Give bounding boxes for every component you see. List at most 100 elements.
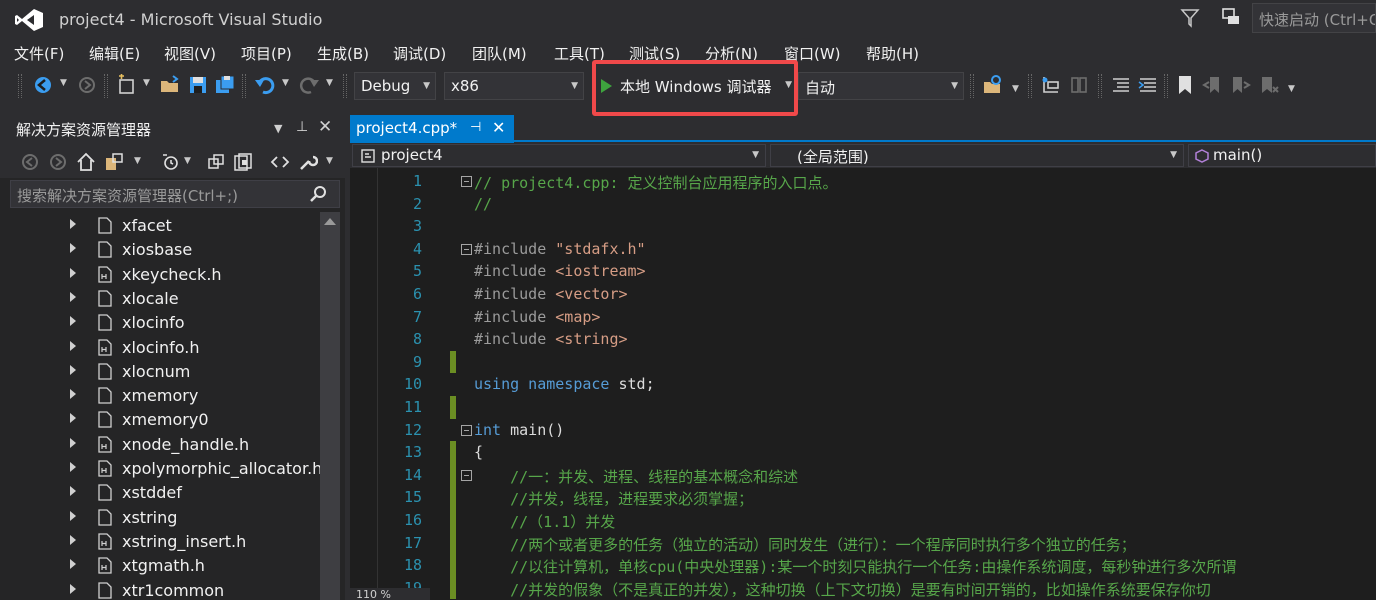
properties-dropdown-icon[interactable]: ▼ [326, 156, 333, 166]
tree-item[interactable]: xpolymorphic_allocator.h [0, 457, 320, 481]
next-bookmark-icon[interactable] [1230, 74, 1252, 96]
tree-scrollbar[interactable] [320, 212, 340, 600]
tree-item[interactable]: xmemory [0, 384, 320, 408]
switch-views-icon[interactable] [104, 152, 124, 172]
menu-project[interactable]: 项目(P) [241, 43, 292, 64]
tree-item[interactable]: xfacet [0, 214, 320, 238]
tree-item[interactable]: xkeycheck.h [0, 263, 320, 287]
filter-icon[interactable] [1180, 8, 1200, 28]
expand-arrow-icon[interactable] [70, 583, 76, 594]
expand-arrow-icon[interactable] [70, 437, 76, 448]
step-over-icon[interactable] [1068, 74, 1090, 96]
collapse-all-icon[interactable] [233, 152, 253, 172]
code-line[interactable]: 9 [350, 350, 1376, 374]
tree-item[interactable]: xnode_handle.h [0, 433, 320, 457]
collapse-region-icon[interactable] [461, 469, 472, 481]
code-line[interactable]: 15 //并发，线程，进程要求必须掌握； [350, 486, 1376, 509]
menu-file[interactable]: 文件(F) [14, 43, 64, 64]
save-all-icon[interactable] [214, 74, 236, 96]
switch-views-dropdown-icon[interactable]: ▼ [134, 156, 141, 166]
solution-config-select[interactable]: 自动 ▼ [798, 72, 964, 100]
expand-arrow-icon[interactable] [70, 413, 76, 424]
tree-item[interactable]: xstring_insert.h [0, 530, 320, 554]
expand-arrow-icon[interactable] [70, 243, 76, 254]
code-line[interactable]: 5 #include <iostream> [350, 260, 1376, 283]
close-icon[interactable]: ✕ [318, 117, 332, 137]
expand-arrow-icon[interactable] [70, 267, 76, 278]
show-code-icon[interactable] [270, 152, 290, 172]
code-line[interactable]: 14 //一：并发、进程、线程的基本概念和综述 [350, 463, 1376, 487]
menu-view[interactable]: 视图(V) [164, 43, 216, 64]
expand-arrow-icon[interactable] [70, 534, 76, 545]
pin-tab-icon[interactable]: ⊣ [470, 120, 481, 135]
code-line[interactable]: 11 [350, 396, 1376, 419]
menu-build[interactable]: 生成(B) [317, 43, 369, 64]
search-icon[interactable] [309, 184, 329, 204]
find-in-files-icon[interactable] [982, 74, 1004, 96]
expand-arrow-icon[interactable] [70, 219, 76, 229]
tree-item[interactable]: xlocinfo [0, 311, 320, 335]
forward-icon[interactable] [76, 74, 98, 96]
redo-icon[interactable] [298, 74, 320, 96]
tree-item[interactable]: xtr1common [0, 579, 320, 600]
step-into-icon[interactable] [1040, 74, 1062, 96]
new-project-dropdown-icon[interactable]: ▼ [143, 78, 150, 88]
expand-arrow-icon[interactable] [70, 291, 76, 302]
new-project-icon[interactable] [116, 74, 138, 96]
forward-icon[interactable] [48, 152, 68, 172]
code-line[interactable]: 17 //两个或者更多的任务（独立的活动）同时发生（进行）：一个程序同时执行多个… [350, 531, 1376, 555]
back-icon[interactable] [20, 152, 40, 172]
feedback-icon[interactable] [1220, 6, 1242, 28]
expand-arrow-icon[interactable] [70, 486, 76, 497]
quick-launch-input[interactable]: 快速启动 (Ctrl+Q) [1252, 3, 1376, 33]
code-editor[interactable]: 1 // project4.cpp: 定义控制台应用程序的入口点。 2 // 3 4 #in… [350, 168, 1376, 600]
code-line[interactable]: 2 // [350, 193, 1376, 216]
home-icon[interactable] [76, 152, 96, 172]
expand-arrow-icon[interactable] [70, 316, 76, 327]
menu-team[interactable]: 团队(M) [472, 43, 527, 64]
solution-explorer-search-input[interactable]: 搜索解决方案资源管理器(Ctrl+;) [10, 180, 340, 208]
previous-bookmark-icon[interactable] [1202, 74, 1224, 96]
code-line[interactable]: 10 using namespace std; [350, 373, 1376, 396]
expand-arrow-icon[interactable] [70, 340, 76, 351]
toolbar-overflow-icon[interactable]: ▼ [1012, 84, 1019, 94]
tree-item[interactable]: xlocinfo.h [0, 336, 320, 360]
comment-lines-icon[interactable] [1110, 74, 1132, 96]
collapse-region-icon[interactable] [461, 424, 472, 436]
scroll-up-icon[interactable] [324, 218, 336, 225]
tree-item[interactable]: xtgmath.h [0, 554, 320, 578]
clear-bookmarks-icon[interactable] [1258, 74, 1280, 96]
tree-item[interactable]: xstddef [0, 481, 320, 505]
code-line[interactable]: 12 int main() [350, 419, 1376, 442]
redo-dropdown-icon[interactable]: ▼ [326, 78, 333, 88]
tree-item[interactable]: xstring [0, 506, 320, 530]
collapse-region-icon[interactable] [461, 176, 472, 187]
zoom-level[interactable]: 110 % [350, 588, 430, 600]
configuration-select[interactable]: Debug ▼ [354, 72, 436, 100]
menu-help[interactable]: 帮助(H) [866, 43, 919, 64]
member-select[interactable]: main() [1188, 144, 1376, 167]
expand-arrow-icon[interactable] [70, 462, 76, 472]
code-line[interactable]: 4 #include "stdafx.h" [350, 238, 1376, 261]
pin-icon[interactable]: ⊥ [296, 119, 308, 135]
scope-select[interactable]: (全局范围) ▼ [770, 144, 1184, 167]
bookmark-icon[interactable] [1174, 74, 1196, 96]
expand-arrow-icon[interactable] [70, 510, 76, 521]
close-tab-icon[interactable]: ✕ [492, 118, 505, 137]
pending-changes-dropdown-icon[interactable]: ▼ [184, 156, 191, 166]
tree-item[interactable]: xlocale [0, 287, 320, 311]
toolbar-grip[interactable] [18, 74, 22, 98]
save-icon[interactable] [187, 74, 209, 96]
code-line[interactable]: 3 [350, 215, 1376, 238]
code-line[interactable]: 1 // project4.cpp: 定义控制台应用程序的入口点。 [350, 170, 1376, 193]
tree-item[interactable]: xlocnum [0, 360, 320, 384]
menu-edit[interactable]: 编辑(E) [89, 43, 140, 64]
sync-icon[interactable] [206, 152, 226, 172]
undo-icon[interactable] [254, 74, 276, 96]
properties-wrench-icon[interactable] [298, 152, 318, 172]
menu-debug[interactable]: 调试(D) [393, 43, 446, 64]
open-file-icon[interactable] [159, 74, 181, 96]
panel-menu-icon[interactable]: ▼ [274, 122, 282, 135]
pending-changes-filter-icon[interactable] [160, 152, 180, 172]
project-select[interactable]: project4 ▼ [352, 144, 766, 167]
